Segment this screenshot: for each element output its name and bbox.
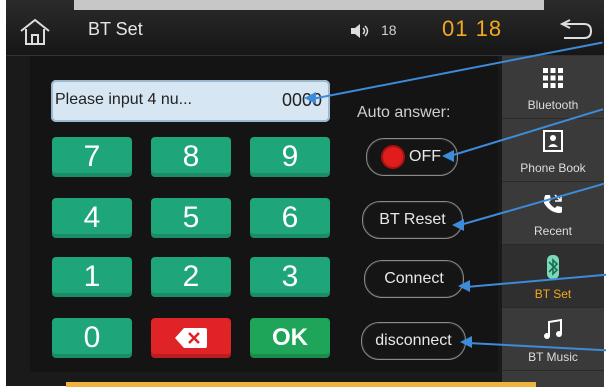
backspace-icon <box>175 328 207 348</box>
arrowhead-icon <box>304 92 316 104</box>
arrowhead-icon <box>458 280 470 292</box>
contacts-icon <box>541 129 565 153</box>
arrowhead-icon <box>452 219 464 231</box>
sidebar-item-label: Recent <box>533 224 573 238</box>
pin-input-placeholder: Please input 4 nu... <box>55 91 192 108</box>
page-title: BT Set <box>88 19 143 39</box>
sidebar-item-phone-book[interactable]: Phone Book <box>502 119 604 182</box>
bluetooth-icon <box>541 255 565 279</box>
sidebar: Bluetooth Phone Book Recent BT Set BT Mu… <box>502 56 604 387</box>
key-7[interactable]: 7 <box>52 137 132 177</box>
sidebar-item-bluetooth[interactable]: Bluetooth <box>502 56 604 119</box>
top-strip <box>74 0 544 10</box>
key-9[interactable]: 9 <box>250 137 330 177</box>
volume-level: 18 <box>381 22 397 38</box>
pin-input[interactable]: Please input 4 nu... 0000 <box>51 80 330 122</box>
key-3[interactable]: 3 <box>250 257 330 297</box>
key-1[interactable]: 1 <box>52 257 132 297</box>
arrowhead-icon <box>460 336 472 348</box>
home-icon[interactable] <box>18 17 52 47</box>
grid-icon <box>541 66 565 90</box>
key-4[interactable]: 4 <box>52 198 132 238</box>
top-bar: BT Set 18 01 18 <box>6 0 604 56</box>
auto-answer-label: Auto answer: <box>357 104 451 121</box>
toggle-indicator-icon <box>383 147 403 167</box>
sidebar-item-label: Phone Book <box>520 161 586 175</box>
screen: BT Set 18 01 18 Please input 4 nu... 000… <box>0 0 606 387</box>
key-0[interactable]: 0 <box>52 318 132 358</box>
ok-button[interactable]: OK <box>250 318 330 358</box>
sidebar-item-label: BT Set <box>534 287 572 301</box>
auto-answer-state: OFF <box>409 148 441 165</box>
arrowhead-icon <box>442 150 454 162</box>
backspace-button[interactable] <box>151 318 231 358</box>
sidebar-item-label: BT Music <box>528 350 578 364</box>
sidebar-item-recent[interactable]: Recent <box>502 182 604 245</box>
key-8[interactable]: 8 <box>151 137 231 177</box>
bottom-accent-strip <box>66 382 536 387</box>
back-icon[interactable] <box>556 19 596 45</box>
disconnect-button[interactable]: disconnect <box>361 322 466 360</box>
key-6[interactable]: 6 <box>250 198 330 238</box>
sidebar-item-bt-music[interactable]: BT Music <box>502 308 604 371</box>
volume-icon <box>349 22 373 40</box>
music-icon <box>541 318 565 342</box>
key-2[interactable]: 2 <box>151 257 231 297</box>
connect-button[interactable]: Connect <box>364 260 464 298</box>
key-5[interactable]: 5 <box>151 198 231 238</box>
clock: 01 18 <box>442 16 503 41</box>
bt-reset-button[interactable]: BT Reset <box>362 201 463 239</box>
sidebar-item-label: Bluetooth <box>527 98 579 112</box>
